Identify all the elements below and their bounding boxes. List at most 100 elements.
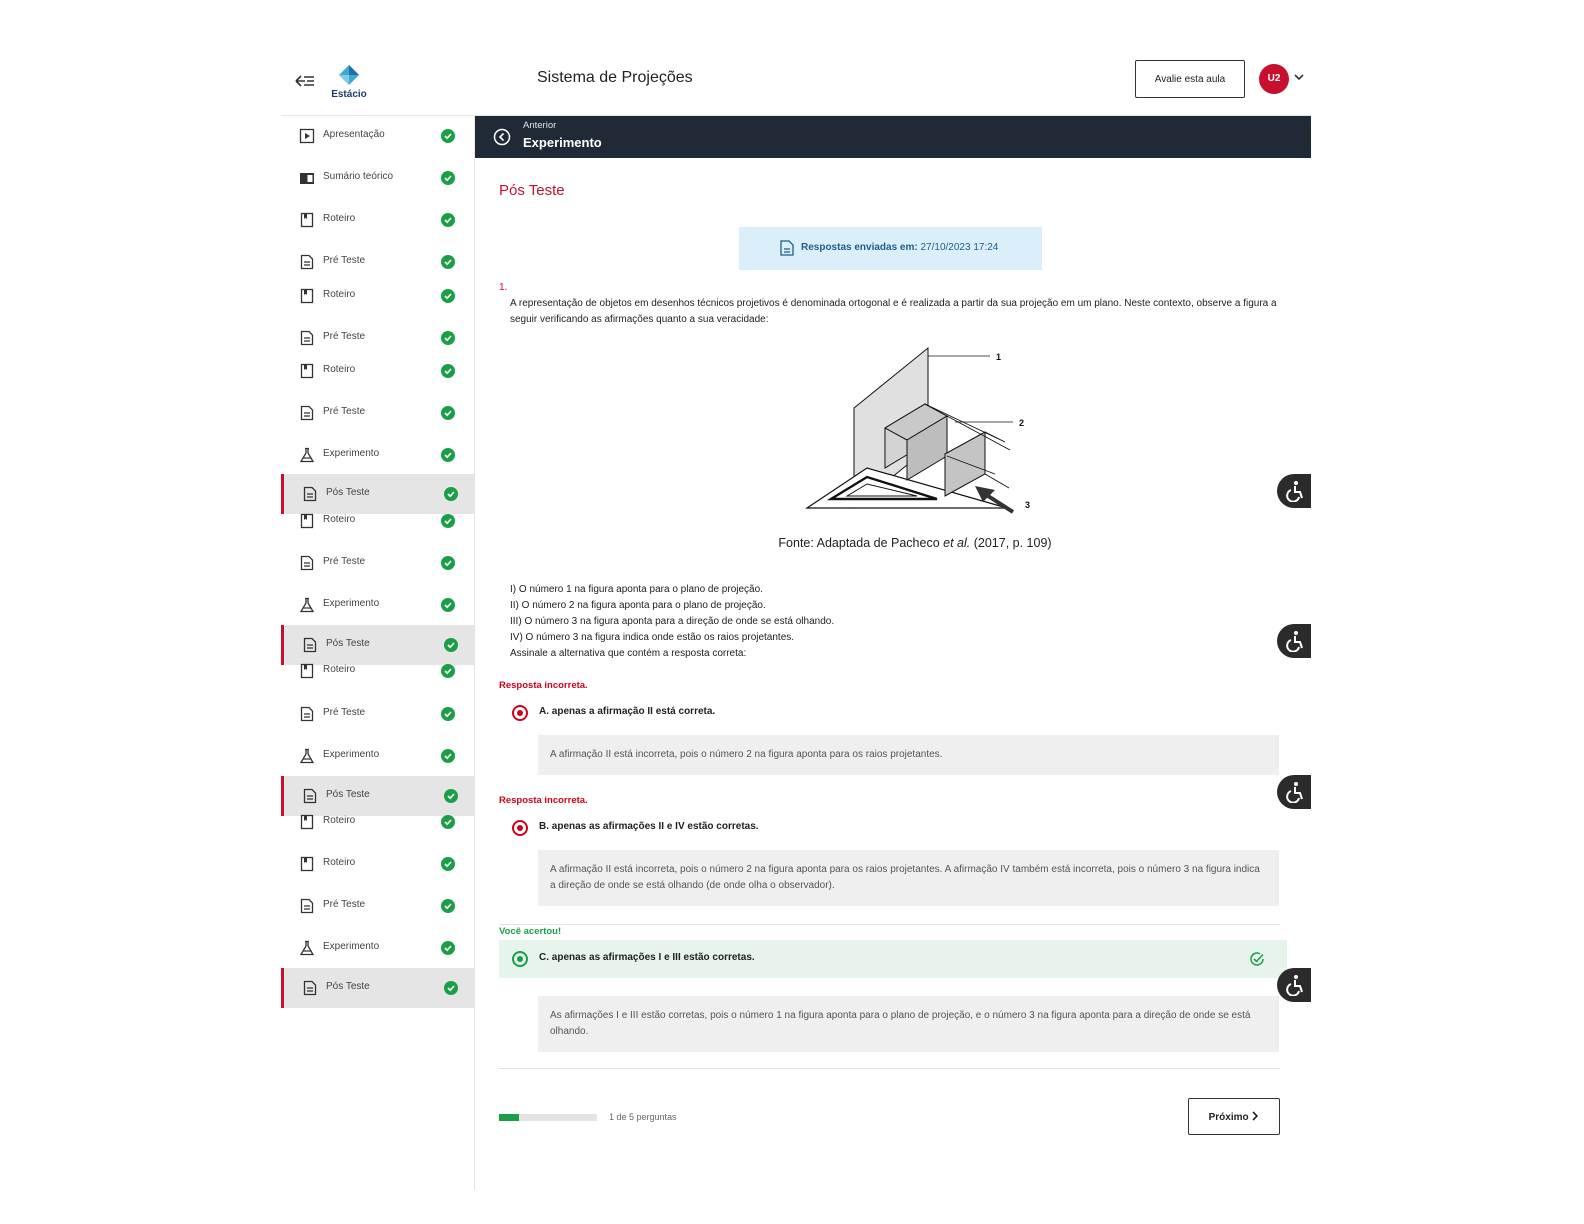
- sidebar-item-pr-teste[interactable]: Pré Teste: [281, 543, 475, 583]
- bookmark-icon: [299, 513, 315, 529]
- rate-lesson-button[interactable]: Avalie esta aula: [1135, 60, 1245, 98]
- radio-selected-icon[interactable]: [512, 951, 528, 967]
- completed-check-icon: [444, 487, 458, 501]
- sidebar-item-pr-teste[interactable]: Pré Teste: [281, 694, 475, 734]
- completed-check-icon: [444, 789, 458, 803]
- sidebar-item-label: Roteiro: [323, 857, 356, 868]
- sidebar-item-pr-teste[interactable]: Pré Teste: [281, 886, 475, 926]
- book-open-icon: [299, 170, 315, 186]
- previous-label[interactable]: Anterior: [523, 120, 556, 131]
- sidebar-item-roteiro[interactable]: Roteiro: [281, 276, 475, 316]
- sidebar-item-label: Apresentação: [323, 129, 385, 140]
- figure-label-3: 3: [1025, 500, 1030, 510]
- chevron-down-icon[interactable]: [1293, 70, 1305, 82]
- progress-bar: [499, 1114, 597, 1121]
- radio-selected-icon[interactable]: [512, 705, 528, 721]
- answer-option-a[interactable]: A. apenas a afirmação II está correta.: [499, 694, 1287, 732]
- sidebar-item-roteiro[interactable]: Roteiro: [281, 802, 475, 842]
- sidebar-item-roteiro[interactable]: Roteiro: [281, 844, 475, 884]
- sidebar-item-experimento[interactable]: Experimento: [281, 928, 475, 968]
- next-button[interactable]: Próximo: [1188, 1098, 1280, 1135]
- assertion-item: III) O número 3 na figura aponta para a …: [510, 616, 835, 627]
- completed-check-icon: [441, 707, 455, 721]
- sidebar-item-label: Pré Teste: [323, 556, 366, 567]
- sidebar-item-label: Roteiro: [323, 213, 356, 224]
- completed-check-icon: [444, 638, 458, 652]
- completed-check-icon: [441, 289, 455, 303]
- sidebar-item-experimento[interactable]: Experimento: [281, 736, 475, 776]
- sidebar-item-roteiro[interactable]: Roteiro: [281, 200, 475, 240]
- feedback-incorrect: Resposta incorreta.: [499, 680, 588, 691]
- sidebar-item-label: Pós Teste: [326, 789, 370, 800]
- sidebar-item-experimento[interactable]: Experimento: [281, 435, 475, 475]
- sidebar-item-sum-rio-te-rico[interactable]: Sumário teórico: [281, 158, 475, 198]
- divider: [499, 1068, 1280, 1069]
- back-arrow-icon[interactable]: [493, 128, 511, 146]
- document-icon: [299, 898, 315, 914]
- answer-option-c[interactable]: C. apenas as afirmações I e III estão co…: [499, 940, 1287, 978]
- sidebar-item-p-s-teste[interactable]: Pós Teste: [281, 968, 475, 1008]
- accessibility-button[interactable]: [1277, 624, 1311, 658]
- progress-fill: [499, 1114, 519, 1121]
- app-header: Estácio Sistema de Projeções Avalie esta…: [281, 56, 1311, 116]
- sidebar-item-label: Pré Teste: [323, 899, 366, 910]
- sidebar-item-roteiro[interactable]: Roteiro: [281, 351, 475, 391]
- completed-check-icon: [441, 556, 455, 570]
- feedback-incorrect: Resposta incorreta.: [499, 795, 588, 806]
- sidebar-item-label: Pós Teste: [326, 487, 370, 498]
- flask-icon: [299, 748, 315, 764]
- accessibility-icon: [1286, 631, 1303, 652]
- collapse-menu-icon[interactable]: [295, 72, 315, 90]
- figure-label-1: 1: [996, 352, 1001, 362]
- user-avatar[interactable]: U2: [1259, 64, 1289, 94]
- sidebar-item-roteiro[interactable]: Roteiro: [281, 651, 475, 691]
- completed-check-icon: [441, 598, 455, 612]
- completed-check-icon: [441, 857, 455, 871]
- submitted-date: 27/10/2023 17:24: [920, 242, 999, 253]
- sidebar-item-label: Pós Teste: [326, 981, 370, 992]
- completed-check-icon: [441, 331, 455, 345]
- option-explanation: As afirmações I e III estão corretas, po…: [538, 996, 1279, 1052]
- completed-check-icon: [441, 664, 455, 678]
- page-title: Pós Teste: [499, 182, 565, 199]
- sidebar-item-experimento[interactable]: Experimento: [281, 585, 475, 625]
- sidebar-item-label: Pré Teste: [323, 406, 366, 417]
- accessibility-button[interactable]: [1277, 474, 1311, 508]
- sidebar-item-roteiro[interactable]: Roteiro: [281, 501, 475, 541]
- app-title: Sistema de Projeções: [537, 69, 693, 86]
- sidebar-item-label: Roteiro: [323, 364, 356, 375]
- sidebar-item-pr-teste[interactable]: Pré Teste: [281, 393, 475, 433]
- document-icon: [780, 240, 794, 256]
- radio-selected-icon[interactable]: [512, 820, 528, 836]
- sidebar-item-label: Roteiro: [323, 289, 356, 300]
- option-text: A. apenas a afirmação II está correta.: [539, 706, 716, 717]
- figure-caption: Fonte: Adaptada de Pacheco et al. (2017,…: [675, 536, 1155, 550]
- document-icon: [299, 405, 315, 421]
- assertion-item: I) O número 1 na figura aponta para o pl…: [510, 584, 763, 595]
- document-icon: [299, 555, 315, 571]
- accessibility-button[interactable]: [1277, 968, 1311, 1002]
- sidebar-item-label: Experimento: [323, 941, 380, 952]
- document-icon: [299, 330, 315, 346]
- sidebar-item-label: Roteiro: [323, 514, 356, 525]
- sidebar-item-label: Pré Teste: [323, 255, 366, 266]
- option-explanation: A afirmação II está incorreta, pois o nú…: [538, 735, 1279, 775]
- estacio-logo[interactable]: Estácio: [327, 64, 371, 104]
- accessibility-icon: [1286, 782, 1303, 803]
- option-text: C. apenas as afirmações I e III estão co…: [539, 952, 755, 963]
- option-text: B. apenas as afirmações II e IV estão co…: [539, 821, 759, 832]
- question-stem: A representação de objetos em desenhos t…: [510, 298, 1277, 325]
- sidebar-item-apresenta-o[interactable]: Apresentação: [281, 116, 475, 156]
- sidebar-item-label: Pré Teste: [323, 331, 366, 342]
- accessibility-button[interactable]: [1277, 775, 1311, 809]
- bookmark-icon: [299, 663, 315, 679]
- question-number: 1.: [499, 282, 508, 293]
- sidebar-item-label: Experimento: [323, 598, 380, 609]
- previous-step-title[interactable]: Experimento: [523, 135, 602, 150]
- answer-option-b[interactable]: B. apenas as afirmações II e IV estão co…: [499, 809, 1287, 847]
- bookmark-icon: [299, 363, 315, 379]
- divider: [499, 924, 1280, 925]
- document-icon: [299, 254, 315, 270]
- completed-check-icon: [441, 364, 455, 378]
- main-content: Anterior Experimento Pós Teste Respostas…: [475, 116, 1311, 1190]
